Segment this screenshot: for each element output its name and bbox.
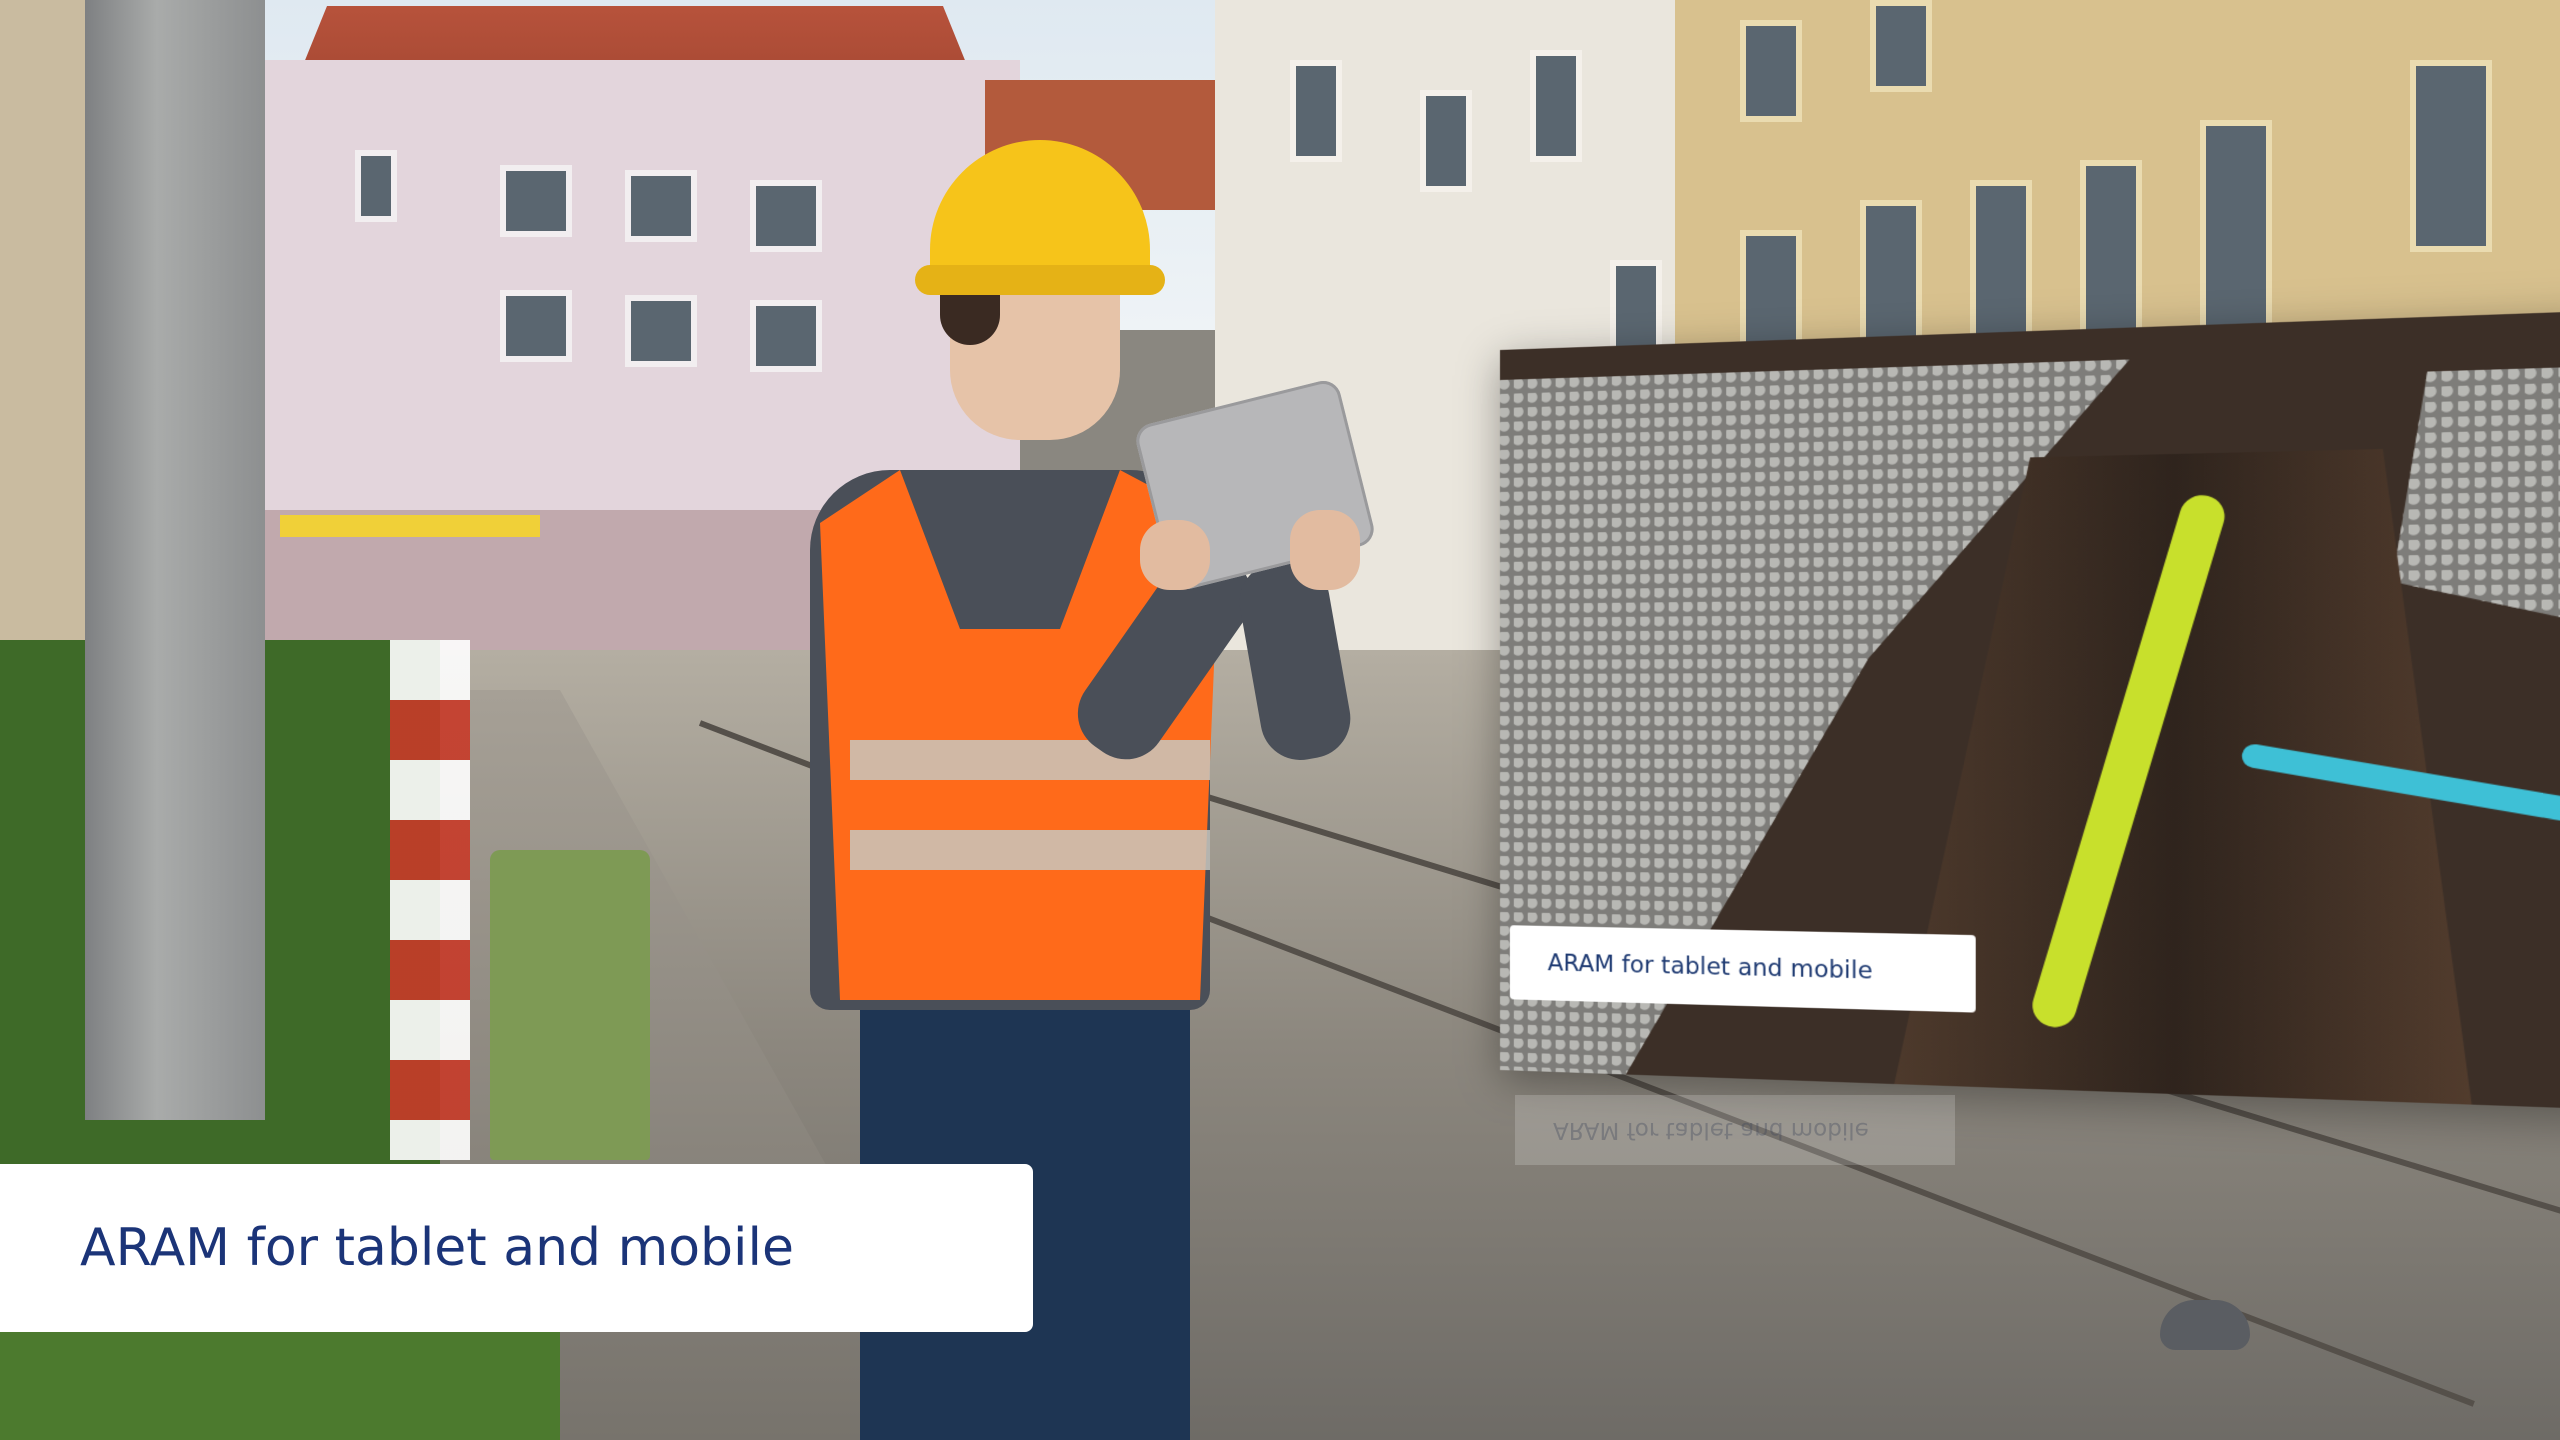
ar-panel-reflection-text: ARAM for tablet and mobile bbox=[1553, 1117, 1869, 1143]
window bbox=[1530, 50, 1582, 162]
window bbox=[750, 300, 822, 372]
window bbox=[1970, 180, 2032, 352]
ar-panel-caption: ARAM for tablet and mobile bbox=[1547, 950, 1873, 985]
pigeon bbox=[2160, 1300, 2250, 1350]
window bbox=[625, 170, 697, 242]
worker-hand bbox=[1140, 520, 1210, 590]
hard-hat-brim bbox=[915, 265, 1165, 295]
window bbox=[750, 180, 822, 252]
window bbox=[500, 165, 572, 237]
construction-barrier bbox=[390, 640, 470, 1160]
vest-reflective-strip bbox=[850, 740, 1210, 780]
cobblestone-surface bbox=[2392, 365, 2560, 634]
window bbox=[1420, 90, 1472, 192]
window bbox=[1290, 60, 1342, 162]
vest-reflective-strip bbox=[850, 830, 1210, 870]
lower-third-caption-box: ARAM for tablet and mobile bbox=[0, 1164, 1033, 1332]
ar-panel-caption-box: ARAM for tablet and mobile bbox=[1509, 925, 1976, 1013]
window bbox=[500, 290, 572, 362]
window bbox=[2200, 120, 2272, 332]
window bbox=[355, 150, 397, 222]
window bbox=[2410, 60, 2492, 252]
window bbox=[625, 295, 697, 367]
grass bbox=[0, 1320, 560, 1440]
trash-bin bbox=[490, 850, 650, 1160]
window bbox=[2080, 160, 2142, 342]
video-frame: ARAM for tablet and mobile ARAM for tabl… bbox=[0, 0, 2560, 1440]
concrete-pole bbox=[85, 0, 265, 1120]
ar-panel-reflection: ARAM for tablet and mobile bbox=[1515, 1095, 1955, 1165]
worker-hand bbox=[1290, 510, 1360, 590]
bank-sign bbox=[280, 515, 540, 537]
ar-overlay-panel: ARAM for tablet and mobile bbox=[1500, 310, 2560, 1110]
lower-third-caption: ARAM for tablet and mobile bbox=[80, 1218, 794, 1278]
window bbox=[1740, 20, 1802, 122]
window bbox=[1870, 0, 1932, 92]
